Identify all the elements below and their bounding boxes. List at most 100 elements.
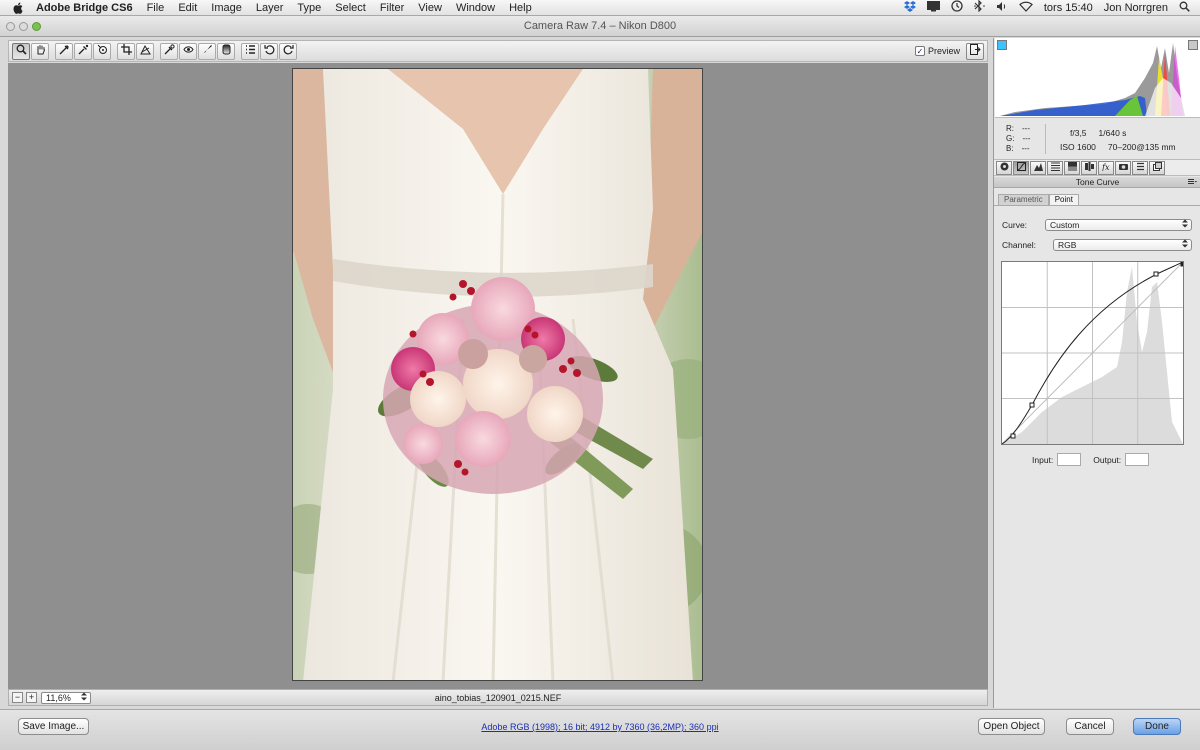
preview-checkbox[interactable]: ✓ (914, 46, 925, 56)
magnifier-icon (16, 44, 27, 58)
select-arrows-icon (1182, 219, 1188, 230)
subtab-parametric[interactable]: Parametric (998, 194, 1049, 205)
menubar-clock[interactable]: tors 15:40 (1044, 2, 1093, 14)
zoom-level-select[interactable]: 11,6% (41, 691, 91, 704)
rotate-cw-tool[interactable] (279, 42, 297, 60)
panel-menu-icon[interactable] (1188, 177, 1197, 188)
curve-preset-select[interactable]: Custom (1045, 218, 1192, 231)
spot-removal-tool[interactable] (160, 42, 178, 60)
minimize-window-icon[interactable] (19, 21, 28, 31)
tab-effects[interactable]: fx (1098, 160, 1114, 175)
targeted-adjustment-tool[interactable] (93, 42, 111, 60)
histogram (995, 38, 1200, 118)
brush-icon (202, 44, 213, 58)
app-menu[interactable]: Adobe Bridge CS6 (36, 2, 133, 14)
menubar-user[interactable]: Jon Norrgren (1104, 2, 1168, 14)
red-eye-icon (182, 44, 194, 58)
preferences-tool[interactable] (241, 42, 259, 60)
zoom-window-icon[interactable] (32, 21, 41, 31)
preview-toggle[interactable]: ✓ Preview (914, 46, 960, 56)
crop-tool[interactable] (117, 42, 135, 60)
apple-menu-icon[interactable] (0, 2, 36, 14)
output-label: Output: (1093, 454, 1122, 465)
menu-layer[interactable]: Layer (256, 2, 284, 14)
channel-select[interactable]: RGB (1053, 238, 1192, 251)
g-value: --- (1022, 134, 1031, 143)
tab-presets[interactable] (1132, 160, 1148, 175)
menu-type[interactable]: Type (297, 2, 321, 14)
adjustment-brush-tool[interactable] (198, 42, 216, 60)
b-label: B: (1006, 144, 1014, 153)
tab-camera-calibration[interactable] (1115, 160, 1131, 175)
menu-image[interactable]: Image (211, 2, 242, 14)
zoom-tool[interactable] (12, 42, 30, 60)
highlight-clipping-warning-icon[interactable] (1188, 40, 1198, 50)
shadow-clipping-warning-icon[interactable] (997, 40, 1007, 50)
menu-edit[interactable]: Edit (178, 2, 197, 14)
tab-tone-curve[interactable] (1013, 160, 1029, 175)
subtab-point[interactable]: Point (1048, 194, 1079, 205)
zoom-out-button[interactable]: − (12, 692, 23, 703)
tab-snapshots[interactable] (1149, 160, 1165, 175)
curve-point[interactable] (1010, 433, 1016, 439)
menu-help[interactable]: Help (509, 2, 532, 14)
svg-text:fx: fx (1102, 163, 1110, 171)
target-icon (97, 44, 108, 58)
open-object-button[interactable]: Open Object (978, 718, 1045, 735)
straighten-tool[interactable] (136, 42, 154, 60)
hsl-stripes-icon (1050, 162, 1060, 173)
tab-hsl[interactable] (1047, 160, 1063, 175)
zoom-in-button[interactable]: + (26, 692, 37, 703)
red-eye-tool[interactable] (179, 42, 197, 60)
channel-value: RGB (1058, 239, 1077, 250)
g-label: G: (1006, 134, 1015, 143)
curve-point[interactable] (1153, 271, 1159, 277)
graduated-filter-tool[interactable] (217, 42, 235, 60)
time-machine-icon[interactable] (951, 0, 963, 15)
list-icon (245, 44, 256, 58)
file-name: aino_tobias_120901_0215.NEF (434, 692, 562, 703)
tone-curve-graph (1001, 261, 1186, 445)
split-toning-icon (1067, 162, 1077, 173)
input-field[interactable] (1057, 453, 1082, 466)
menu-filter[interactable]: Filter (380, 2, 404, 14)
stepper-arrows-icon (81, 692, 87, 703)
close-window-icon[interactable] (6, 21, 15, 31)
dropbox-status-icon[interactable] (903, 0, 916, 15)
volume-icon[interactable] (996, 1, 1008, 15)
cancel-button[interactable]: Cancel (1066, 718, 1114, 735)
spotlight-search-icon[interactable] (1179, 1, 1190, 15)
white-balance-tool[interactable] (55, 42, 73, 60)
wifi-icon[interactable] (1019, 1, 1033, 15)
bluetooth-icon[interactable] (974, 0, 985, 15)
photo-preview[interactable] (292, 68, 703, 681)
menu-file[interactable]: File (147, 2, 165, 14)
detail-triangle-icon (1033, 162, 1043, 173)
menu-view[interactable]: View (418, 2, 442, 14)
tab-split-toning[interactable] (1064, 160, 1080, 175)
rotate-ccw-tool[interactable] (260, 42, 278, 60)
hand-tool[interactable] (31, 42, 49, 60)
done-button[interactable]: Done (1133, 718, 1181, 735)
tone-curve-editor[interactable] (1001, 261, 1186, 445)
color-sampler-tool[interactable] (74, 42, 92, 60)
bottom-bar: Save Image... Adobe RGB (1998); 16 bit; … (0, 709, 1200, 750)
fullscreen-button[interactable] (966, 42, 984, 60)
r-value: --- (1022, 124, 1030, 133)
histogram-graph (1000, 43, 1187, 116)
curve-io-row: Input: Output: (1032, 453, 1161, 466)
menu-select[interactable]: Select (335, 2, 366, 14)
image-canvas[interactable] (8, 63, 988, 689)
tab-detail[interactable] (1030, 160, 1046, 175)
output-field[interactable] (1125, 453, 1150, 466)
curve-point[interactable] (1180, 261, 1186, 267)
tab-lens-corrections[interactable] (1081, 160, 1097, 175)
display-icon[interactable] (926, 0, 940, 15)
tab-basic[interactable] (996, 160, 1012, 175)
curve-point[interactable] (1029, 402, 1035, 408)
menu-window[interactable]: Window (456, 2, 495, 14)
rotate-right-icon (283, 44, 294, 58)
panel-title-text: Tone Curve (1075, 177, 1120, 187)
zoom-level-value: 11,6% (46, 692, 71, 703)
fx-icon: fx (1101, 162, 1111, 173)
